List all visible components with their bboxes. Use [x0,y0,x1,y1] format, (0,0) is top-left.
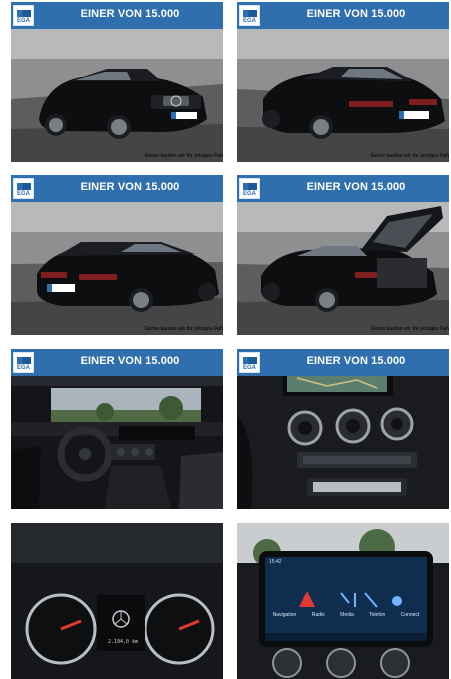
promo-banner: EGA EINER VON 15.000 [237,349,449,376]
car-photo-rear-right [11,202,223,335]
nav-item-navigation[interactable]: Navigation [273,612,297,618]
ega-logo: EGA [13,178,34,199]
odometer-readout: 2.194,0 km [108,639,139,645]
car-photo-console [237,376,449,509]
banner-headline: EINER VON 15.000 [306,355,406,367]
ega-logo: EGA [239,352,260,373]
gallery-item-7[interactable]: 2.194,0 km [11,523,223,679]
nav-item-telefon[interactable]: Telefon [369,612,385,618]
banner-headline: EINER VON 15.000 [306,8,406,20]
ega-logo: EGA [13,352,34,373]
gallery-item-1[interactable]: EGA EINER VON 15.000 Gerne kaufen wir Ih… [11,2,223,162]
infotainment-time: 15:42 [269,559,282,565]
gallery-item-2[interactable]: EGA EINER VON 15.000 Gerne kaufen wir Ih… [237,2,449,162]
car-photo-rear [237,29,449,162]
promo-banner: EGA EINER VON 15.000 [237,175,449,202]
banner-headline: EINER VON 15.000 [80,8,180,20]
banner-headline: EINER VON 15.000 [80,181,180,193]
photo-gallery: EGA EINER VON 15.000 Gerne kaufen wir Ih… [0,0,451,679]
ega-logo: EGA [239,178,260,199]
footer-caption: Gerne kaufen wir Ihr jetziges Fah [370,153,449,159]
ega-logo: EGA [239,5,260,26]
footer-caption: Gerne kaufen wir Ihr jetziges Fah [370,326,449,332]
nav-item-media[interactable]: Media [340,612,354,618]
promo-banner: EGA EINER VON 15.000 [11,175,223,202]
nav-menu: Navigation Radio Media Telefon Connect [265,612,427,618]
gallery-item-6[interactable]: EGA EINER VON 15.000 [237,349,449,509]
banner-headline: EINER VON 15.000 [306,181,406,193]
gallery-item-3[interactable]: EGA EINER VON 15.000 Gerne kaufen wir Ih… [11,175,223,335]
banner-headline: EINER VON 15.000 [80,355,180,367]
footer-caption: Gerne kaufen wir Ihr jetziges Fah [144,153,223,159]
car-photo-cluster [11,523,223,679]
ega-logo: EGA [13,5,34,26]
car-photo-tailgate [237,202,449,335]
gallery-item-8[interactable]: 15:42 Navigation Radio Media Telefon Con… [237,523,449,679]
promo-banner: EGA EINER VON 15.000 [11,349,223,376]
gallery-item-4[interactable]: EGA EINER VON 15.000 Gerne kaufen wir Ih… [237,175,449,335]
nav-item-radio[interactable]: Radio [312,612,325,618]
promo-banner: EGA EINER VON 15.000 [237,2,449,29]
nav-item-connect[interactable]: Connect [401,612,420,618]
gallery-item-5[interactable]: EGA EINER VON 15.000 [11,349,223,509]
car-photo-front [11,29,223,162]
car-photo-infotainment [237,523,449,679]
car-photo-interior [11,376,223,509]
footer-caption: Gerne kaufen wir Ihr jetziges Fah [144,326,223,332]
promo-banner: EGA EINER VON 15.000 [11,2,223,29]
